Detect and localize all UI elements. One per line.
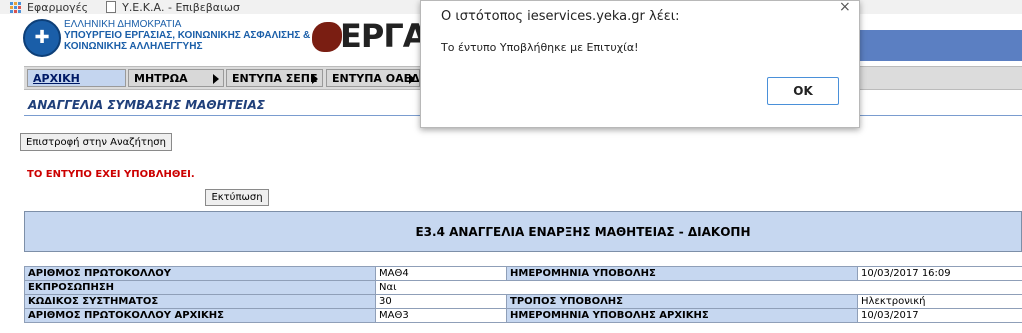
- submission-method-label: ΤΡΟΠΟΣ ΥΠΟΒΟΛΗΣ: [506, 294, 858, 309]
- form-title: Ε3.4 ΑΝΑΓΓΕΛΙΑ ΕΝΑΡΞΗΣ ΜΑΘΗΤΕΙΑΣ - ΔΙΑΚΟ…: [415, 224, 751, 239]
- dialog-title: Ο ιστότοπος ieservices.yeka.gr λέει:: [441, 9, 680, 24]
- nav-item-oaed-forms[interactable]: ΕΝΤΥΠΑ ΟΑΕΔ: [326, 69, 420, 87]
- original-protocol-number-label: ΑΡΙΘΜΟΣ ΠΡΩΤΟΚΟΛΛΟΥ ΑΡΧΙΚΗΣ: [24, 308, 376, 323]
- submenu-arrow-icon: [409, 74, 415, 84]
- nav-item-oaed-forms-label: ΕΝΤΥΠΑ ΟΑΕΔ: [332, 71, 420, 85]
- table-row: ΕΚΠΡΟΣΩΠΗΣΗ Ναι: [24, 280, 1022, 295]
- nav-item-sepe-forms-label: ΕΝΤΥΠΑ ΣΕΠΕ: [232, 71, 318, 85]
- form-details-table: ΑΡΙΘΜΟΣ ΠΡΩΤΟΚΟΛΛΟΥ ΜΑΘ4 ΗΜΕΡΟΜΗΝΙΑ ΥΠΟΒ…: [24, 266, 1022, 323]
- greek-emblem-icon: ✚: [23, 19, 61, 57]
- nav-item-registers-label: ΜΗΤΡΩΑ: [134, 71, 188, 85]
- alert-dialog: Ο ιστότοπος ieservices.yeka.gr λέει: × Τ…: [420, 0, 860, 128]
- form-title-panel: Ε3.4 ΑΝΑΓΓΕΛΙΑ ΕΝΑΡΞΗΣ ΜΑΘΗΤΕΙΑΣ - ΔΙΑΚΟ…: [24, 211, 1022, 252]
- submission-method-value: Ηλεκτρονική: [857, 294, 1022, 309]
- table-row: ΑΡΙΘΜΟΣ ΠΡΩΤΟΚΟΛΛΟΥ ΜΑΘ4 ΗΜΕΡΟΜΗΝΙΑ ΥΠΟΒ…: [24, 266, 1022, 281]
- ministry-line-2: ΥΠΟΥΡΓΕΙΟ ΕΡΓΑΣΙΑΣ, ΚΟΙΝΩΝΙΚΗΣ ΑΣΦΑΛΙΣΗΣ…: [64, 30, 311, 41]
- submission-status-message: ΤΟ ΕΝΤΥΠΟ ΕΧΕΙ ΥΠΟΒΛΗΘΕΙ.: [27, 169, 195, 180]
- nav-item-home[interactable]: ΑΡΧΙΚΗ: [27, 69, 126, 87]
- nav-item-home-label: ΑΡΧΙΚΗ: [33, 71, 80, 85]
- print-button[interactable]: Εκτύπωση: [205, 189, 269, 206]
- apps-grid-icon: [10, 1, 21, 13]
- submenu-arrow-icon: [213, 74, 219, 84]
- nav-item-registers[interactable]: ΜΗΤΡΩΑ: [128, 69, 224, 87]
- page-icon: [106, 1, 117, 13]
- close-icon[interactable]: ×: [839, 0, 851, 15]
- ergani-logo-icon: [312, 22, 342, 52]
- system-code-value: 30: [375, 294, 507, 309]
- bookmark-page-label: Υ.Ε.Κ.Α. - Επιβεβαιωσ: [122, 0, 240, 14]
- bookmark-apps-label: Εφαρμογές: [27, 0, 89, 14]
- ministry-line-1: ΕΛΛΗΝΙΚΗ ΔΗΜΟΚΡΑΤΙΑ: [64, 19, 182, 30]
- table-row: ΚΩΔΙΚΟΣ ΣΥΣΤΗΜΑΤΟΣ 30 ΤΡΟΠΟΣ ΥΠΟΒΟΛΗΣ Ηλ…: [24, 294, 1022, 309]
- submission-date-label: ΗΜΕΡΟΜΗΝΙΑ ΥΠΟΒΟΛΗΣ: [506, 266, 858, 281]
- table-row: ΑΡΙΘΜΟΣ ΠΡΩΤΟΚΟΛΛΟΥ ΑΡΧΙΚΗΣ ΜΑΘ3 ΗΜΕΡΟΜΗ…: [24, 308, 1022, 323]
- ok-button[interactable]: OK: [767, 77, 839, 105]
- submenu-arrow-icon: [312, 74, 318, 84]
- original-submission-date-label: ΗΜΕΡΟΜΗΝΙΑ ΥΠΟΒΟΛΗΣ ΑΡΧΙΚΗΣ: [506, 308, 858, 323]
- original-protocol-number-value: ΜΑΘ3: [375, 308, 507, 323]
- system-code-label: ΚΩΔΙΚΟΣ ΣΥΣΤΗΜΑΤΟΣ: [24, 294, 376, 309]
- representation-value: Ναι: [375, 280, 1022, 295]
- bookmark-apps[interactable]: Εφαρμογές: [10, 1, 88, 14]
- original-submission-date-value: 10/03/2017: [857, 308, 1022, 323]
- protocol-number-label: ΑΡΙΘΜΟΣ ΠΡΩΤΟΚΟΛΛΟΥ: [24, 266, 376, 281]
- ministry-line-3: ΚΟΙΝΩΝΙΚΗΣ ΑΛΛΗΛΕΓΓΥΗΣ: [64, 41, 203, 52]
- representation-label: ΕΚΠΡΟΣΩΠΗΣΗ: [24, 280, 376, 295]
- nav-item-sepe-forms[interactable]: ΕΝΤΥΠΑ ΣΕΠΕ: [226, 69, 323, 87]
- protocol-number-value: ΜΑΘ4: [375, 266, 507, 281]
- back-to-search-button[interactable]: Επιστροφή στην Αναζήτηση: [20, 133, 172, 151]
- bookmark-page[interactable]: Υ.Ε.Κ.Α. - Επιβεβαιωσ: [106, 1, 240, 14]
- submission-date-value: 10/03/2017 16:09: [857, 266, 1022, 281]
- dialog-message: Το έντυπο Υποβλήθηκε με Επιτυχία!: [441, 41, 639, 54]
- ministry-name: ΕΛΛΗΝΙΚΗ ΔΗΜΟΚΡΑΤΙΑ ΥΠΟΥΡΓΕΙΟ ΕΡΓΑΣΙΑΣ, …: [64, 19, 310, 52]
